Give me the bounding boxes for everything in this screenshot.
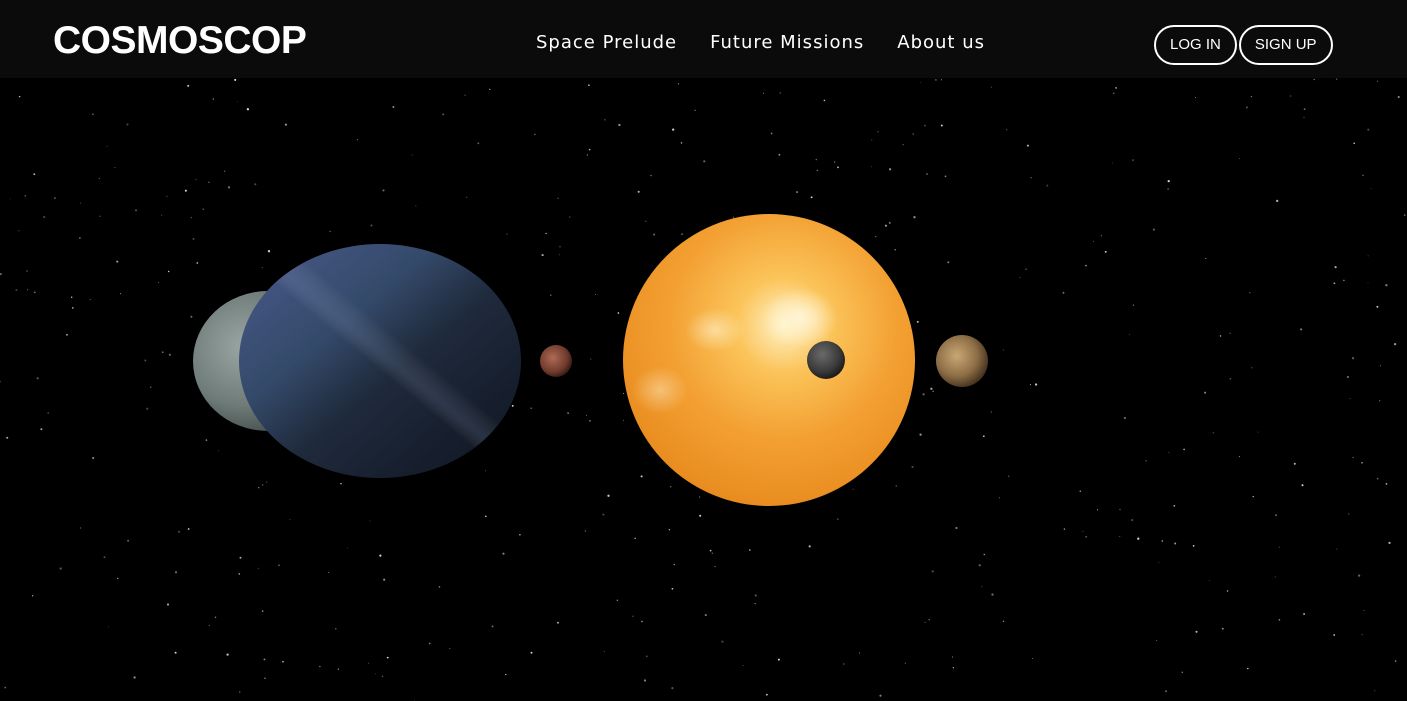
brand-logo[interactable]: COSMOSCOP bbox=[53, 18, 307, 64]
brown-planet[interactable] bbox=[936, 335, 988, 387]
main-nav: Space Prelude Future Missions About us bbox=[536, 30, 985, 56]
nav-link-about-us[interactable]: About us bbox=[897, 30, 985, 56]
sun-flare-spot bbox=[632, 366, 688, 414]
signup-button[interactable]: SIGN UP bbox=[1238, 25, 1333, 65]
sun[interactable] bbox=[623, 214, 915, 506]
blue-planet-sheen bbox=[239, 244, 521, 478]
nav-link-space-prelude[interactable]: Space Prelude bbox=[536, 30, 677, 56]
top-navbar: COSMOSCOP Space Prelude Future Missions … bbox=[0, 0, 1407, 78]
login-button[interactable]: LOG IN bbox=[1154, 25, 1237, 65]
dark-moon[interactable] bbox=[807, 341, 845, 379]
sun-flare-spot bbox=[685, 308, 745, 352]
solar-system-scene[interactable] bbox=[0, 0, 1407, 701]
small-red-planet[interactable] bbox=[540, 345, 572, 377]
auth-buttons: LOG IN SIGN UP bbox=[1154, 25, 1333, 65]
page: COSMOSCOP Space Prelude Future Missions … bbox=[0, 0, 1407, 701]
nav-link-future-missions[interactable]: Future Missions bbox=[710, 30, 864, 56]
sun-flare-spot bbox=[762, 288, 838, 348]
